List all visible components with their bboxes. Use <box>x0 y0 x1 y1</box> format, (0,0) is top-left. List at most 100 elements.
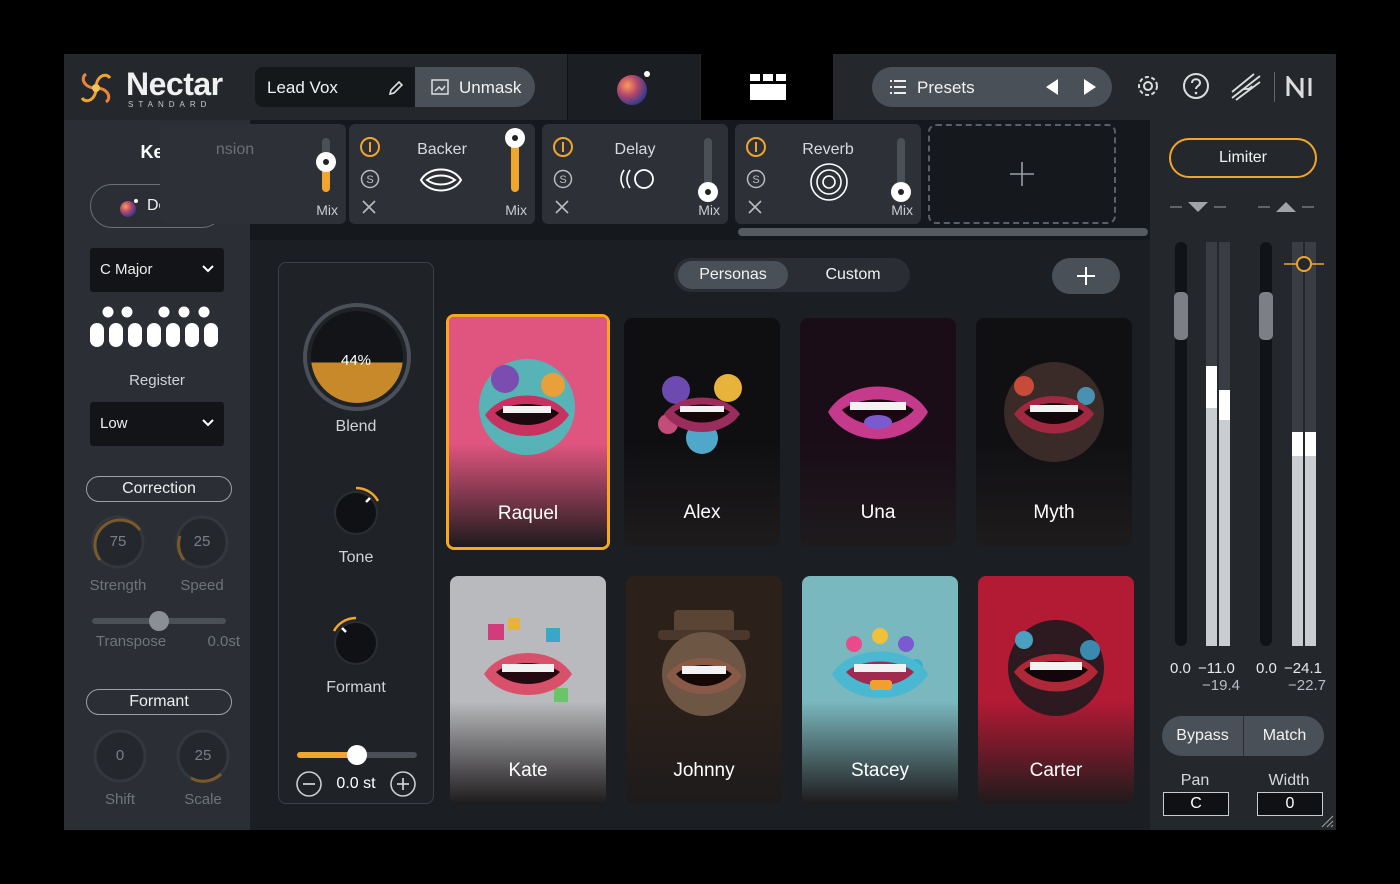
output-gain-up-icon[interactable] <box>1258 200 1314 214</box>
input-meter-left-peak <box>1206 366 1217 408</box>
strength-knob[interactable]: 75 <box>90 514 146 570</box>
persona-mouth-image <box>658 374 742 454</box>
key-panel: Key Detect C Major Register Low <box>64 120 250 830</box>
shift-knob[interactable]: 0 <box>92 728 148 784</box>
speed-knob[interactable]: 25 <box>174 514 230 570</box>
persona-mouth-image <box>484 618 572 702</box>
tab-personas[interactable]: Personas <box>678 261 788 289</box>
input-gain-handle[interactable] <box>1174 292 1188 340</box>
scale-knob[interactable]: 25 <box>175 728 231 784</box>
mix-fader-handle[interactable] <box>316 152 336 172</box>
persona-name: Myth <box>1033 502 1075 523</box>
plus-icon <box>1010 162 1034 186</box>
limiter-button[interactable]: Limiter <box>1169 138 1317 178</box>
output-meter-value-a: 0.0 <box>1256 660 1277 677</box>
mix-label: Mix <box>505 202 527 218</box>
match-button[interactable]: Match <box>1244 716 1324 756</box>
pan-field[interactable]: C <box>1163 792 1229 816</box>
persona-card-johnny[interactable]: Johnny <box>626 576 782 804</box>
output-meter-left-level <box>1292 456 1303 646</box>
mix-fader-handle[interactable] <box>891 182 911 202</box>
module-backer[interactable]: S Backer Mix <box>349 124 535 224</box>
ceiling-handle-icon[interactable] <box>1284 254 1324 274</box>
list-icon <box>890 80 906 94</box>
next-preset-icon[interactable] <box>1082 78 1098 96</box>
persona-card-kate[interactable]: Kate <box>450 576 606 804</box>
close-icon[interactable] <box>554 199 570 215</box>
help-icon[interactable] <box>1182 72 1210 100</box>
scale-select[interactable]: C Major <box>90 248 224 292</box>
solo-icon[interactable]: S <box>359 168 381 190</box>
shift-value: 0 <box>115 747 125 764</box>
tab-custom[interactable]: Custom <box>798 261 908 289</box>
plus-icon[interactable] <box>389 770 417 798</box>
input-gain-down-icon[interactable] <box>1170 200 1226 214</box>
brand-edition: STANDARD <box>128 100 212 109</box>
piano-keys-icon[interactable] <box>90 306 226 350</box>
mix-fader-handle[interactable] <box>505 128 525 148</box>
tab-modules[interactable] <box>701 54 833 120</box>
output-gain-fader[interactable] <box>1259 242 1273 646</box>
top-bar: Nectar STANDARD Lead Vox Unmask Presets <box>64 54 1336 120</box>
mix-fader[interactable] <box>698 138 718 202</box>
minus-icon[interactable] <box>295 770 323 798</box>
persona-mouth-image <box>828 386 928 439</box>
formant-toggle[interactable]: Formant <box>86 689 232 715</box>
solo-icon[interactable]: S <box>745 168 767 190</box>
input-gain-fader[interactable] <box>1174 242 1188 646</box>
mix-fader[interactable] <box>316 138 336 192</box>
persona-name: Stacey <box>850 760 910 781</box>
preset-name-field[interactable]: Lead Vox <box>255 67 415 107</box>
persona-name: Una <box>860 502 896 523</box>
formant-knob[interactable] <box>328 615 384 671</box>
input-meter-value-a: 0.0 <box>1170 660 1191 677</box>
scale-knob-value: 25 <box>194 747 212 764</box>
tone-knob[interactable] <box>328 485 384 541</box>
lips-icon <box>419 168 463 192</box>
add-persona-button[interactable] <box>1052 258 1120 294</box>
resize-grip-icon[interactable] <box>1320 814 1334 828</box>
transpose-slider[interactable] <box>92 611 226 631</box>
close-icon[interactable] <box>361 199 377 215</box>
persona-card-carter[interactable]: Carter <box>978 576 1134 804</box>
transpose-handle[interactable] <box>149 611 169 631</box>
persona-card-una[interactable]: Una <box>800 318 956 546</box>
unmask-button[interactable]: Unmask <box>415 67 535 107</box>
output-gain-handle[interactable] <box>1259 292 1273 340</box>
mix-label: Mix <box>698 202 720 218</box>
blend-fill <box>311 362 403 403</box>
module-scrollbar[interactable] <box>738 228 1148 236</box>
bypass-button[interactable]: Bypass <box>1162 716 1243 756</box>
persona-mouth-image <box>479 359 575 455</box>
solo-icon[interactable]: S <box>552 168 574 190</box>
persona-card-raquel[interactable]: Raquel <box>446 314 610 550</box>
add-module-slot[interactable] <box>928 124 1116 224</box>
pitch-handle[interactable] <box>347 745 367 765</box>
module-dimension[interactable]: nsion Mix <box>160 124 346 224</box>
tab-overview[interactable] <box>567 54 700 120</box>
persona-card-stacey[interactable]: Stacey <box>802 576 958 804</box>
module-delay[interactable]: S Delay Mix <box>542 124 728 224</box>
pencil-icon[interactable] <box>387 79 405 97</box>
nectar-logo[interactable]: Nectar STANDARD <box>76 64 246 110</box>
ozone-link-icon[interactable] <box>1230 72 1262 102</box>
previous-preset-icon[interactable] <box>1044 78 1060 96</box>
brand-name: Nectar <box>126 66 223 102</box>
blend-label: Blend <box>335 418 377 435</box>
pitch-slider[interactable] <box>297 745 417 765</box>
persona-card-alex[interactable]: Alex <box>624 318 780 546</box>
persona-card-myth[interactable]: Myth <box>976 318 1132 546</box>
gear-icon[interactable] <box>1134 72 1162 100</box>
mix-fader-handle[interactable] <box>698 182 718 202</box>
persona-mouth-image <box>658 610 750 716</box>
native-instruments-icon[interactable] <box>1286 76 1320 98</box>
register-select[interactable]: Low <box>90 402 224 446</box>
mix-fader[interactable] <box>505 128 525 192</box>
module-reverb[interactable]: S Reverb Mix <box>735 124 921 224</box>
pitch-value[interactable]: 0.0 st <box>323 775 389 793</box>
correction-toggle[interactable]: Correction <box>86 476 232 502</box>
width-field[interactable]: 0 <box>1257 792 1323 816</box>
presets-bar[interactable]: Presets <box>872 67 1112 107</box>
mix-fader[interactable] <box>891 138 911 202</box>
close-icon[interactable] <box>747 199 763 215</box>
